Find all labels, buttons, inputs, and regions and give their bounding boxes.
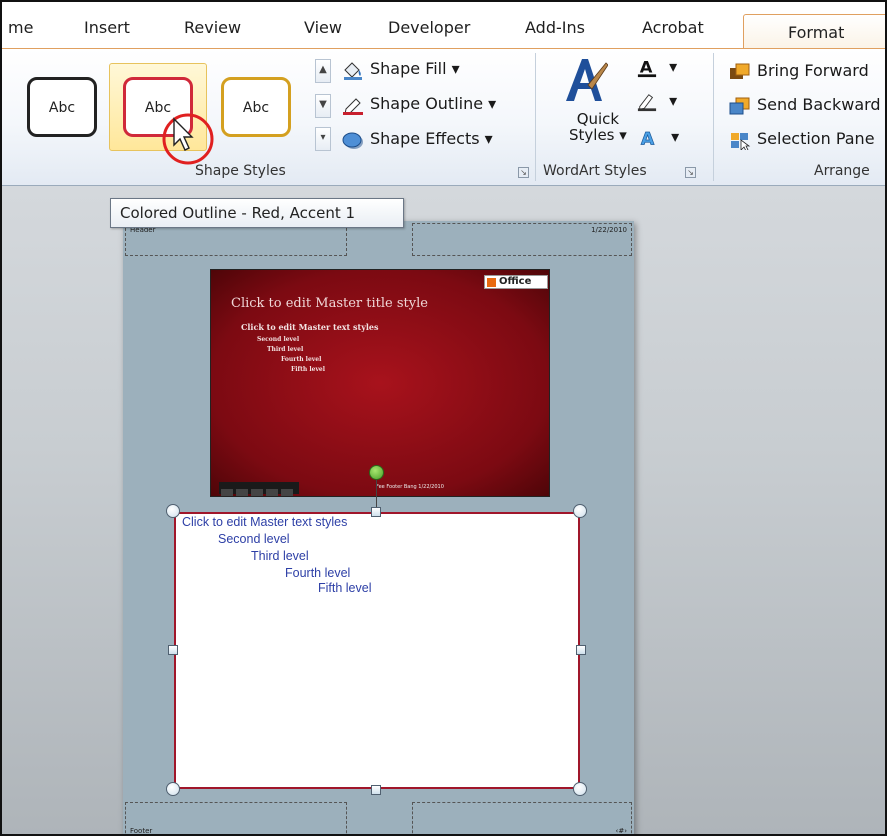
tab-format[interactable]: Format (743, 14, 885, 50)
ribbon: Abc Abc Abc ▲ ▼ ▾ Shape Fill ▾ Shape Out… (2, 48, 885, 186)
gallery-more-button[interactable]: ▾ (315, 127, 331, 151)
date-placeholder[interactable]: 1/22/2010 (412, 223, 632, 256)
tab-view[interactable]: View (304, 18, 342, 37)
notes-text-level-2: Second level (218, 532, 290, 546)
annotation-circle (162, 113, 214, 165)
resize-handle-top[interactable] (371, 507, 381, 517)
selection-pane-icon (731, 132, 751, 150)
slide-nav-bar (219, 482, 299, 496)
tab-home[interactable]: me (8, 18, 33, 37)
wordart-styles-launcher-button[interactable]: ↘ (685, 167, 696, 178)
quick-styles-icon[interactable] (562, 55, 608, 105)
gallery-scroll-up-button[interactable]: ▲ (315, 59, 331, 83)
shape-fill-icon (344, 61, 362, 80)
shape-effects-button[interactable]: Shape Effects ▾ (342, 129, 493, 150)
quick-styles-button[interactable]: Quick Styles ▾ (569, 111, 627, 143)
style-tooltip: Colored Outline - Red, Accent 1 (110, 198, 404, 228)
text-outline-icon (637, 93, 657, 111)
gallery-scroll-down-button[interactable]: ▼ (315, 94, 331, 118)
slide-text-level-4: Fourth level (281, 356, 322, 363)
selection-pane-button[interactable]: Selection Pane (729, 129, 875, 150)
ribbon-tab-bar: me Insert Review View Developer Add-Ins … (2, 14, 885, 50)
tab-acrobat[interactable]: Acrobat (642, 18, 704, 37)
cursor-highlight (162, 113, 214, 165)
shape-style-thumbnail-gold[interactable]: Abc (221, 77, 291, 137)
footer-placeholder[interactable]: Footer (125, 802, 347, 835)
resize-handle-top-left[interactable] (166, 504, 180, 518)
notes-placeholder[interactable]: Click to edit Master text styles Second … (174, 512, 580, 789)
resize-handle-left[interactable] (168, 645, 178, 655)
tab-format-label: Format (788, 23, 845, 42)
shape-effects-icon (342, 132, 363, 149)
text-fill-icon: A (637, 58, 657, 77)
footer-label: Footer (130, 827, 153, 835)
notes-text-level-1: Click to edit Master text styles (182, 515, 348, 529)
shape-styles-launcher-button[interactable]: ↘ (518, 167, 529, 178)
notes-text-level-4: Fourth level (285, 566, 351, 580)
shape-outline-button[interactable]: Shape Outline ▾ (342, 94, 496, 115)
send-backward-button[interactable]: Send Backward (729, 95, 881, 116)
notes-text-level-3: Third level (251, 549, 309, 563)
slide-image-placeholder[interactable]: Click to edit Master title style Click t… (210, 269, 550, 497)
shape-styles-group-label: Shape Styles (195, 163, 286, 179)
shape-style-thumbnail-black[interactable]: Abc (27, 77, 97, 137)
svg-text:A: A (641, 129, 655, 148)
app-window: me Insert Review View Developer Add-Ins … (0, 0, 887, 836)
shape-fill-button[interactable]: Shape Fill ▾ (342, 59, 460, 80)
page-number-label: ‹#› (615, 827, 627, 835)
arrange-group-label: Arrange (814, 163, 870, 179)
bring-forward-button[interactable]: Bring Forward (729, 61, 869, 82)
resize-handle-bottom[interactable] (371, 785, 381, 795)
slide-title: Click to edit Master title style (231, 296, 428, 311)
text-fill-button[interactable]: A ▾ (636, 57, 677, 78)
text-effects-button[interactable]: A ▾ (638, 127, 679, 148)
tab-review[interactable]: Review (184, 18, 241, 37)
resize-handle-top-right[interactable] (573, 504, 587, 518)
slide-text-level-5: Fifth level (291, 366, 326, 373)
slide-footer: Fee Footer Bang 1/22/2010 (376, 484, 444, 490)
office-logo: Office (484, 275, 548, 289)
tab-insert[interactable]: Insert (84, 18, 130, 37)
shape-outline-icon (343, 97, 363, 115)
tab-developer[interactable]: Developer (388, 18, 470, 37)
group-separator (713, 53, 714, 181)
tab-add-ins[interactable]: Add-Ins (525, 18, 585, 37)
svg-text:A: A (640, 58, 653, 77)
date-label: 1/22/2010 (591, 226, 627, 234)
group-separator (535, 53, 536, 181)
resize-handle-right[interactable] (576, 645, 586, 655)
rotation-handle[interactable] (369, 465, 384, 480)
slide-text-level-1: Click to edit Master text styles (241, 322, 379, 332)
slide-text-level-2: Second level (257, 336, 300, 343)
send-backward-icon (729, 97, 750, 114)
resize-handle-bottom-left[interactable] (166, 782, 180, 796)
slide-text-level-3: Third level (267, 346, 304, 353)
wordart-styles-group-label: WordArt Styles (543, 163, 647, 179)
cursor-icon (173, 117, 194, 151)
notes-text-level-5: Fifth level (318, 581, 372, 595)
page-number-placeholder[interactable]: ‹#› (412, 802, 632, 835)
resize-handle-bottom-right[interactable] (573, 782, 587, 796)
text-effects-icon: A (640, 128, 655, 148)
bring-forward-icon (730, 63, 750, 79)
text-outline-button[interactable]: ▾ (636, 91, 677, 112)
